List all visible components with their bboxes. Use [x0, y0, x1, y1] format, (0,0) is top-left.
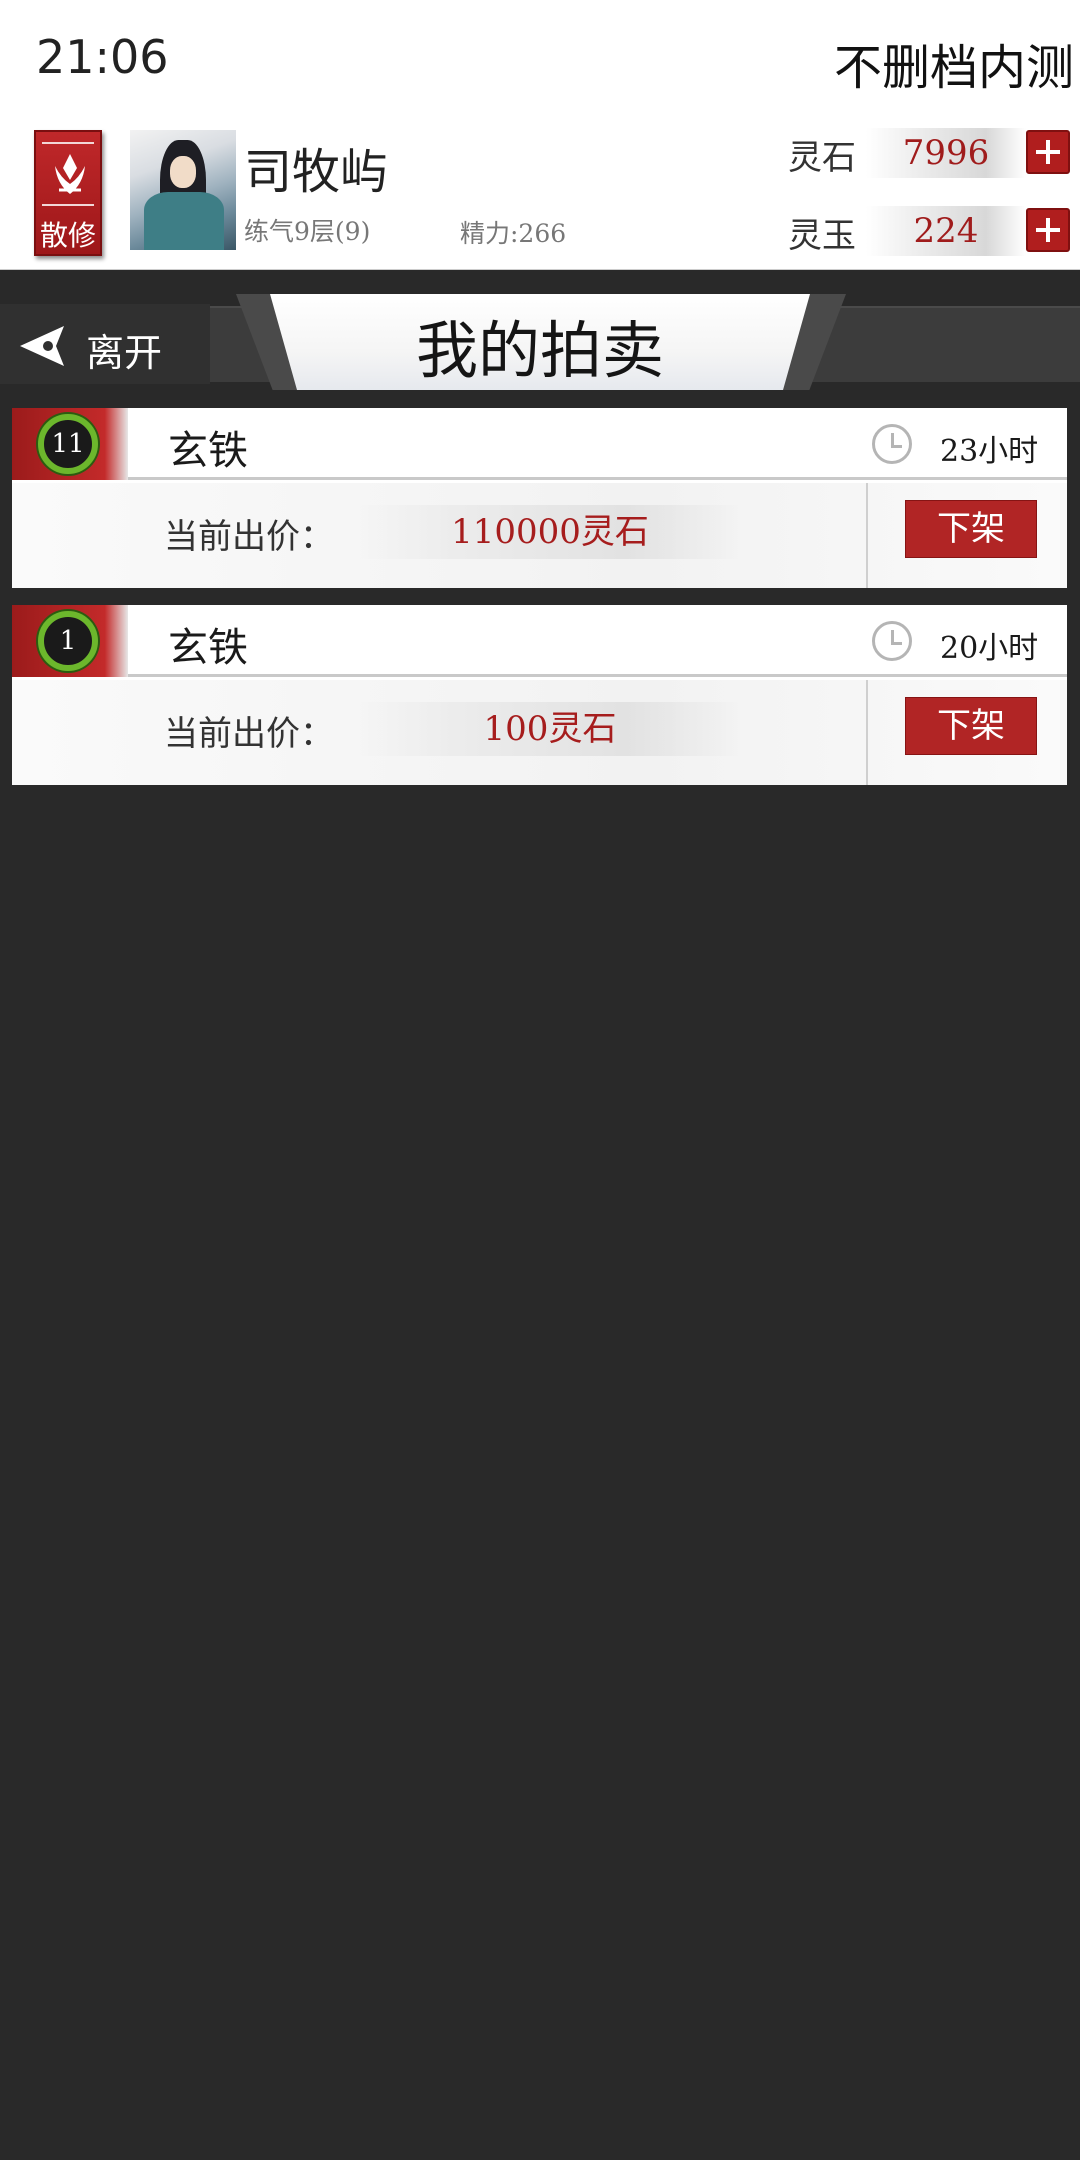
card-divider	[866, 680, 868, 785]
avatar-robe	[144, 192, 224, 250]
currency-row-spirit-stone: 灵石 7996	[788, 128, 1070, 178]
delist-button[interactable]: 下架	[905, 500, 1037, 558]
page-title: 我的拍卖	[415, 314, 664, 387]
leave-label: 离开	[86, 331, 163, 375]
status-time: 21:06	[36, 30, 169, 84]
auction-card-body: 当前出价： 100灵石 下架	[12, 680, 1067, 785]
clock-icon	[872, 621, 912, 661]
back-arrow-icon	[20, 326, 64, 366]
auction-card-body: 当前出价： 110000灵石 下架	[12, 483, 1067, 588]
add-spirit-stone-button[interactable]	[1026, 130, 1070, 174]
player-level: 练气9层(9)	[244, 217, 371, 246]
item-name: 玄铁	[168, 625, 248, 671]
lotus-emblem-icon	[55, 154, 85, 194]
avatar-face	[170, 156, 196, 188]
sect-badge[interactable]: 散修	[34, 130, 102, 256]
bid-label: 当前出价：	[164, 517, 334, 557]
badge-label: 散修	[39, 219, 96, 252]
item-name: 玄铁	[168, 428, 248, 474]
player-name: 司牧屿	[244, 144, 389, 200]
leave-button[interactable]: 离开	[0, 304, 210, 384]
bid-value: 110000灵石	[360, 505, 740, 559]
auction-card: 1 玄铁 20小时 当前出价： 100灵石 下架	[12, 605, 1067, 785]
currency-value: 7996	[866, 128, 1026, 178]
card-divider	[866, 483, 868, 588]
avatar[interactable]	[130, 130, 236, 250]
time-left: 23小时	[940, 434, 1039, 469]
currency-label: 灵石	[788, 138, 856, 178]
player-header: 散修 司牧屿 练气9层(9) 精力:266 灵石 7996 灵玉 224	[0, 112, 1080, 270]
delist-button[interactable]: 下架	[905, 697, 1037, 755]
auction-card: 11 玄铁 23小时 当前出价： 110000灵石 下架	[12, 408, 1067, 588]
bid-value: 100灵石	[360, 702, 740, 756]
badge-divider	[42, 204, 94, 206]
currency-value: 224	[866, 206, 1026, 256]
bid-label: 当前出价：	[164, 714, 334, 754]
quantity-badge: 11	[38, 414, 98, 474]
time-left: 20小时	[940, 631, 1039, 666]
badge-divider	[42, 142, 94, 144]
status-bar: 21:06 不删档内测	[0, 0, 1080, 112]
currency-label: 灵玉	[788, 216, 856, 256]
test-label: 不删档内测	[833, 40, 1074, 96]
auction-card-header: 1 玄铁 20小时	[12, 605, 1067, 677]
add-spirit-jade-button[interactable]	[1026, 208, 1070, 252]
quantity-badge: 1	[38, 611, 98, 671]
clock-icon	[872, 424, 912, 464]
player-stamina: 精力:266	[460, 219, 567, 248]
auction-card-header: 11 玄铁 23小时	[12, 408, 1067, 480]
currency-row-spirit-jade: 灵玉 224	[788, 206, 1070, 256]
